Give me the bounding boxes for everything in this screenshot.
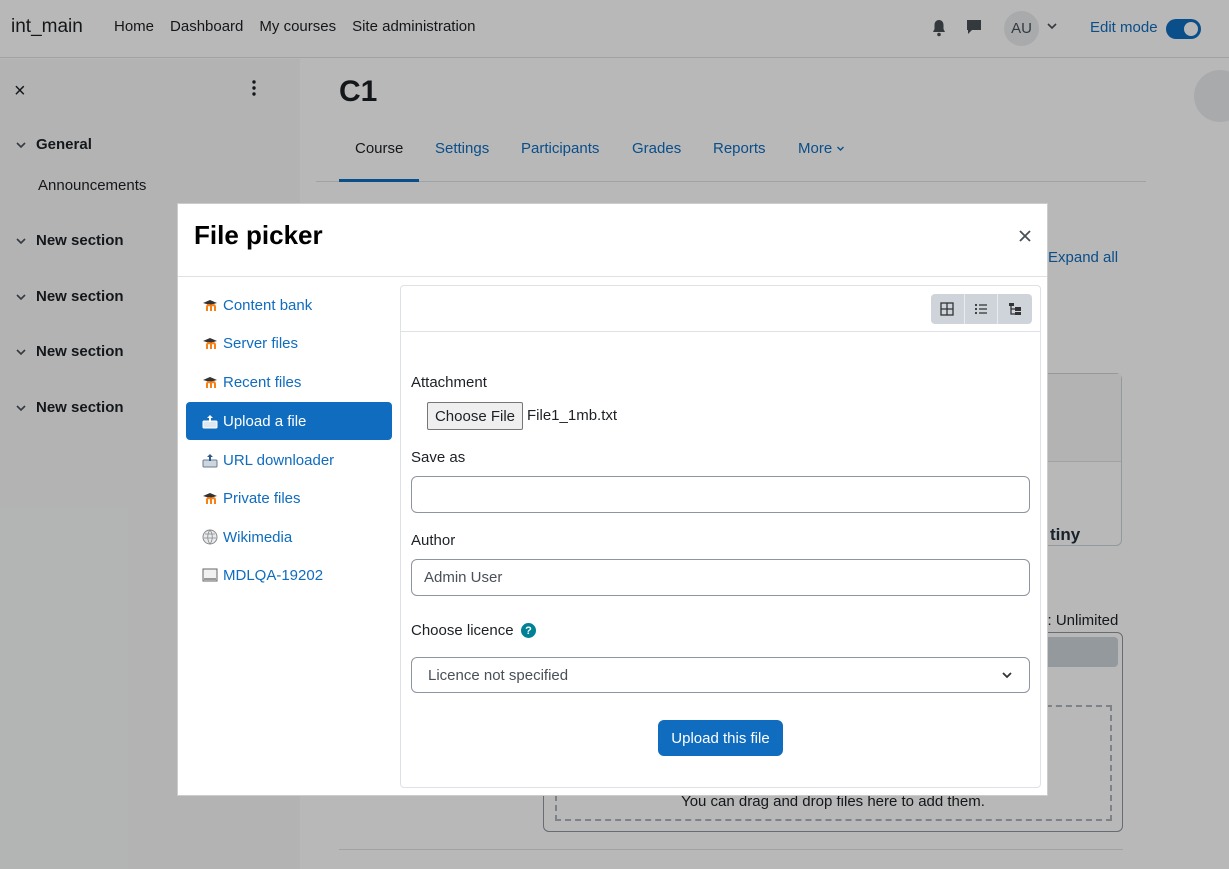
repo-url-downloader[interactable]: URL downloader	[186, 441, 392, 479]
author-label: Author	[411, 532, 456, 549]
folder-icon	[202, 568, 218, 582]
repo-private-files[interactable]: Private files	[186, 479, 392, 517]
attachment-label: Attachment	[411, 374, 487, 391]
upload-this-file-button[interactable]: Upload this file	[658, 720, 783, 756]
repo-content-bank[interactable]: Content bank	[186, 286, 392, 324]
list-icon	[974, 303, 987, 315]
view-icons-button[interactable]	[931, 294, 965, 324]
repo-upload-a-file[interactable]: Upload a file	[186, 402, 392, 440]
moodle-icon	[203, 300, 217, 311]
choose-licence-label: Choose licence	[411, 622, 514, 639]
author-input[interactable]: Admin User	[411, 559, 1030, 596]
chevron-down-icon	[1002, 672, 1012, 679]
repo-wikimedia[interactable]: Wikimedia	[186, 518, 392, 556]
moodle-icon	[203, 377, 217, 388]
url-icon	[202, 454, 218, 468]
repo-server-files[interactable]: Server files	[186, 324, 392, 362]
grid-icon	[940, 302, 954, 316]
choose-file-button[interactable]: Choose File	[427, 402, 523, 430]
view-tree-button[interactable]	[998, 294, 1032, 324]
view-mode-buttons	[931, 294, 1032, 324]
globe-icon	[202, 529, 218, 545]
selected-file-name: File1_1mb.txt	[527, 407, 618, 424]
repo-recent-files[interactable]: Recent files	[186, 363, 392, 401]
close-icon[interactable]	[1017, 228, 1033, 244]
file-picker-dialog: File picker Content bank Server files Re…	[177, 203, 1048, 796]
save-as-label: Save as	[411, 449, 466, 466]
upload-icon	[202, 415, 218, 429]
modal-header: File picker	[178, 204, 1047, 277]
tree-icon	[1008, 303, 1021, 315]
repo-mdlqa-19202[interactable]: MDLQA-19202	[186, 556, 392, 594]
file-picker-content: Attachment Choose File File1_1mb.txt Sav…	[400, 285, 1041, 788]
modal-title: File picker	[194, 220, 323, 250]
help-icon[interactable]: ?	[521, 623, 536, 638]
view-list-button[interactable]	[965, 294, 999, 324]
save-as-input[interactable]	[411, 476, 1030, 513]
content-toolbar	[401, 286, 1040, 332]
moodle-icon	[203, 493, 217, 504]
moodle-icon	[203, 338, 217, 349]
licence-select[interactable]: Licence not specified	[411, 657, 1030, 693]
